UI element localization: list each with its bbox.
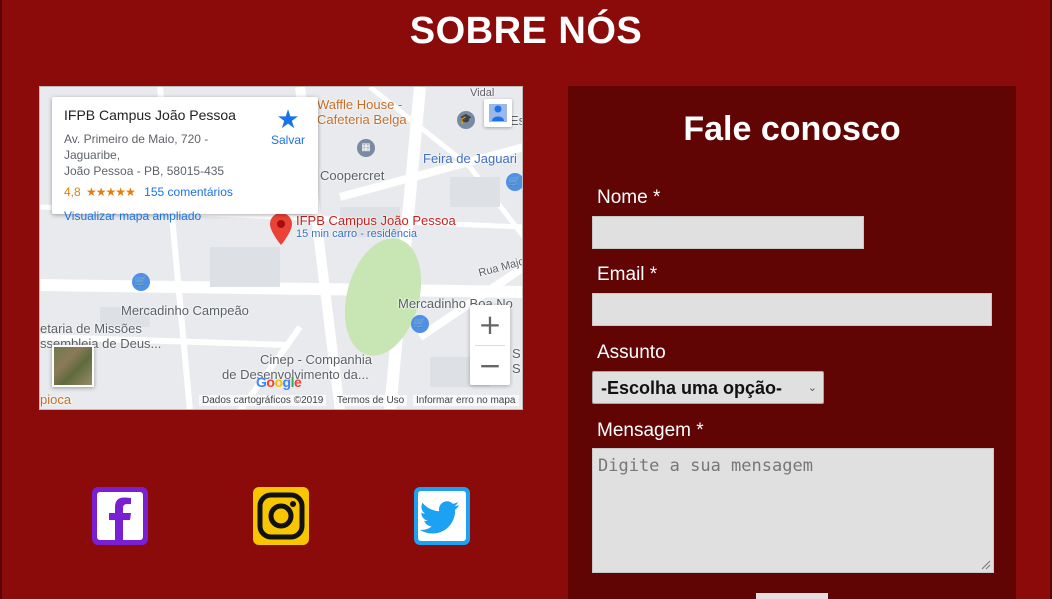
shop-poi-icon[interactable]: 🛒 xyxy=(132,273,150,291)
map-label-ifpb-sub: 15 min carro - residência xyxy=(296,228,418,240)
star-icon: ★ xyxy=(276,105,300,135)
section-title: SOBRE NÓS xyxy=(409,10,643,52)
map-label-mercadinho-campeao: Mercadinho Campeão xyxy=(121,303,249,318)
map-label-cinep-1: Cinep - Companhia xyxy=(260,352,373,367)
rating-stars-icon: ★★★★★ xyxy=(86,185,136,199)
chevron-down-icon: ⌄ xyxy=(807,381,817,394)
form-title: Fale conosco xyxy=(683,110,901,148)
email-input[interactable] xyxy=(592,293,992,326)
contact-form: Fale conosco Nome * Email * Assunto -Esc… xyxy=(568,86,1016,599)
view-larger-map-link[interactable]: Visualizar mapa ampliado xyxy=(64,209,306,223)
reviews-link[interactable]: 155 comentários xyxy=(144,185,233,199)
zoom-control: + − xyxy=(470,305,510,385)
zoom-in-button[interactable]: + xyxy=(470,305,510,345)
terms-of-use-link[interactable]: Termos de Uso xyxy=(334,395,408,406)
subject-select[interactable]: -Escolha uma opção- ⌄ xyxy=(592,371,824,404)
subject-label: Assunto xyxy=(597,342,666,363)
map-label-coopercret: Coopercret xyxy=(320,168,385,183)
twitter-link[interactable] xyxy=(413,486,471,546)
report-map-error-link[interactable]: Informar erro no mapa xyxy=(413,395,519,406)
message-placeholder: Digite a sua mensagem xyxy=(598,456,813,476)
zoom-out-button[interactable]: − xyxy=(470,346,510,386)
message-label: Mensagem * xyxy=(597,420,704,441)
satellite-view-toggle[interactable] xyxy=(52,345,94,387)
google-logo: Google xyxy=(256,374,302,390)
map-label-ifpb: IFPB Campus João Pessoa xyxy=(296,213,456,228)
instagram-icon xyxy=(253,487,309,545)
pegman-icon xyxy=(489,104,507,122)
place-address-line1: Av. Primeiro de Maio, 720 - Jaguaribe, xyxy=(64,132,209,162)
subject-selected-value: -Escolha uma opção- xyxy=(601,378,783,398)
map-footer: Dados cartográficos ©2019 Termos de Uso … xyxy=(40,393,522,409)
resize-grip-icon[interactable] xyxy=(981,560,991,570)
shop-poi-icon[interactable]: 🛒 xyxy=(506,173,522,191)
rating-value: 4,8 xyxy=(64,185,81,199)
map-label-s2: S xyxy=(512,361,521,376)
save-label: Salvar xyxy=(270,133,305,147)
place-info-card: IFPB Campus João Pessoa Av. Primeiro de … xyxy=(52,97,318,223)
facebook-link[interactable] xyxy=(91,486,149,546)
map-label-vidal: Vidal xyxy=(470,87,495,99)
map-label-waffle-house: Waffle House - xyxy=(317,97,403,112)
street-view-pegman-button[interactable] xyxy=(484,99,512,127)
map-label-cafeteria-belga: Cafeteria Belga xyxy=(317,112,407,127)
save-place-button[interactable]: ★ Salvar xyxy=(268,107,308,147)
map-data-credit: Dados cartográficos ©2019 xyxy=(199,395,327,406)
name-input[interactable] xyxy=(592,216,864,249)
instagram-link[interactable] xyxy=(252,486,310,546)
shop-poi-icon[interactable]: 🛒 xyxy=(411,315,429,333)
message-textarea[interactable]: Digite a sua mensagem xyxy=(592,448,994,573)
email-label: Email * xyxy=(597,264,658,285)
embedded-map[interactable]: ▦ 🎓 🛒 🛒 🛒 Waffle House - Cafeteria Belga… xyxy=(39,86,523,410)
facebook-icon xyxy=(92,487,148,545)
building-poi-icon[interactable]: ▦ xyxy=(357,139,375,157)
map-label-missoes-1: etaria de Missões xyxy=(40,321,142,336)
map-label-feira: Feira de Jaguari xyxy=(423,151,517,166)
name-label: Nome * xyxy=(597,187,661,208)
rating-row: 4,8 ★★★★★ 155 comentários xyxy=(64,185,306,199)
submit-button[interactable] xyxy=(756,593,828,599)
map-label-s1: S xyxy=(512,346,521,361)
place-address-line2: João Pessoa - PB, 58015-435 xyxy=(64,164,225,178)
school-poi-icon[interactable]: 🎓 xyxy=(457,111,475,129)
twitter-icon xyxy=(414,487,470,545)
